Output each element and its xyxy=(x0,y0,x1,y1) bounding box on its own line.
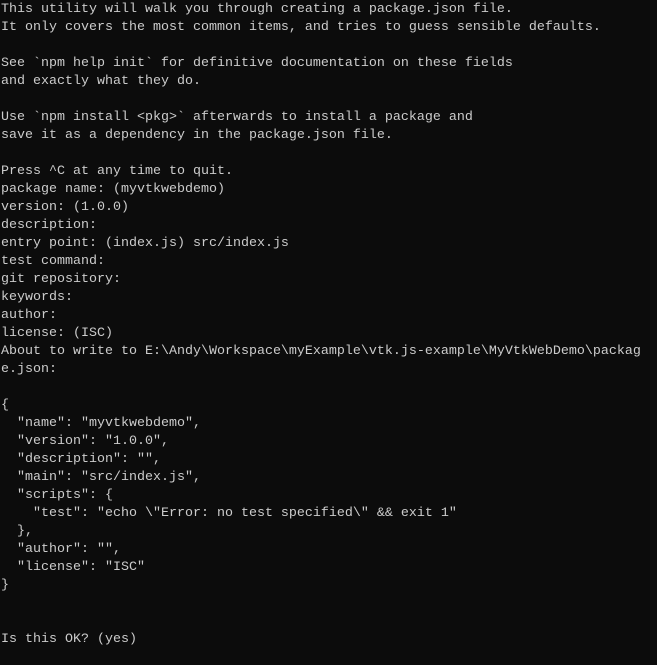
terminal-line: "description": "", xyxy=(1,452,161,467)
terminal-line: About to write to E:\Andy\Workspace\myEx… xyxy=(1,344,641,359)
terminal-line: package name: (myvtkwebdemo) xyxy=(1,182,225,197)
terminal-line: entry point: (index.js) src/index.js xyxy=(1,236,289,251)
terminal-line: See `npm help init` for definitive docum… xyxy=(1,56,513,71)
terminal-line: Press ^C at any time to quit. xyxy=(1,164,233,179)
terminal-output[interactable]: This utility will walk you through creat… xyxy=(0,0,657,649)
terminal-line: "main": "src/index.js", xyxy=(1,470,201,485)
terminal-line: version: (1.0.0) xyxy=(1,200,129,215)
terminal-line: This utility will walk you through creat… xyxy=(1,2,513,17)
terminal-line: "version": "1.0.0", xyxy=(1,434,169,449)
terminal-line: test command: xyxy=(1,254,105,269)
terminal-line: } xyxy=(1,578,9,593)
terminal-line: "license": "ISC" xyxy=(1,560,145,575)
terminal-line: author: xyxy=(1,308,57,323)
terminal-line: e.json: xyxy=(1,362,57,377)
prompt-line: Is this OK? (yes) xyxy=(1,632,137,647)
terminal-line: Use `npm install <pkg>` afterwards to in… xyxy=(1,110,473,125)
terminal-line: { xyxy=(1,398,9,413)
terminal-line: }, xyxy=(1,524,33,539)
terminal-line: "scripts": { xyxy=(1,488,113,503)
terminal-line: It only covers the most common items, an… xyxy=(1,20,601,35)
terminal-line: description: xyxy=(1,218,97,233)
terminal-line: save it as a dependency in the package.j… xyxy=(1,128,393,143)
terminal-line: "test": "echo \"Error: no test specified… xyxy=(1,506,457,521)
terminal-line: and exactly what they do. xyxy=(1,74,201,89)
terminal-line: license: (ISC) xyxy=(1,326,113,341)
terminal-line: "name": "myvtkwebdemo", xyxy=(1,416,201,431)
terminal-line: keywords: xyxy=(1,290,73,305)
terminal-line: git repository: xyxy=(1,272,121,287)
terminal-line: "author": "", xyxy=(1,542,121,557)
